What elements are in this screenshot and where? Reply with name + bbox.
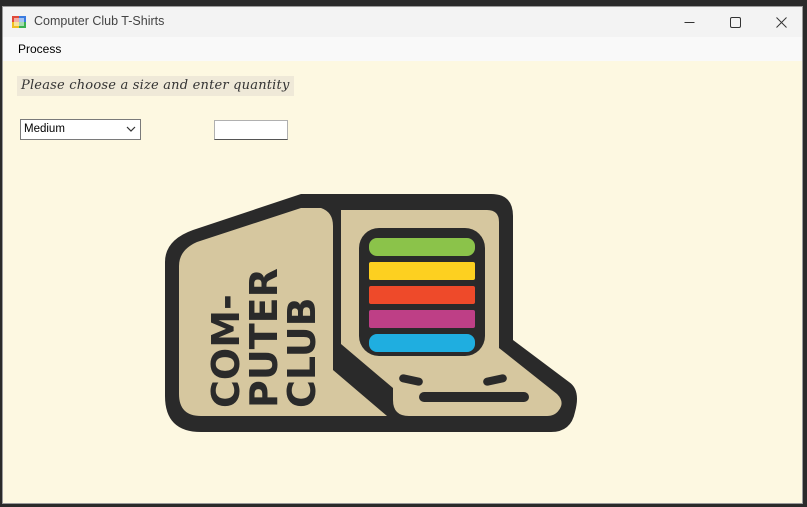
logo-stripe	[369, 310, 475, 328]
chevron-down-icon	[126, 126, 136, 132]
maximize-icon	[729, 16, 741, 28]
minimize-icon	[684, 21, 694, 23]
logo-stripe	[369, 334, 475, 352]
close-icon	[775, 16, 787, 28]
logo-stripe	[369, 238, 475, 256]
computer-club-logo: COM- PUTER CLUB	[165, 194, 577, 432]
maximize-button[interactable]	[712, 7, 758, 37]
window-title: Computer Club T-Shirts	[34, 14, 165, 28]
minimize-button[interactable]	[666, 7, 712, 37]
menu-bar: Process	[3, 37, 802, 61]
main-window: Computer Club T-Shirts Process Please ch…	[2, 6, 803, 504]
close-button[interactable]	[758, 7, 802, 37]
logo-text-club: CLUB	[280, 297, 324, 408]
logo-stripe	[369, 262, 475, 280]
size-selected-value: Medium	[24, 123, 65, 135]
title-bar[interactable]: Computer Club T-Shirts	[3, 7, 802, 37]
logo-stripes	[369, 238, 475, 352]
logo-keyboard-slot	[419, 392, 529, 402]
menu-item-process[interactable]: Process	[18, 42, 61, 56]
quantity-input[interactable]	[214, 120, 288, 140]
app-icon	[12, 16, 26, 28]
prompt-label: Please choose a size and enter quantity	[17, 76, 294, 96]
size-dropdown[interactable]: Medium	[20, 119, 141, 140]
logo-stripe	[369, 286, 475, 304]
